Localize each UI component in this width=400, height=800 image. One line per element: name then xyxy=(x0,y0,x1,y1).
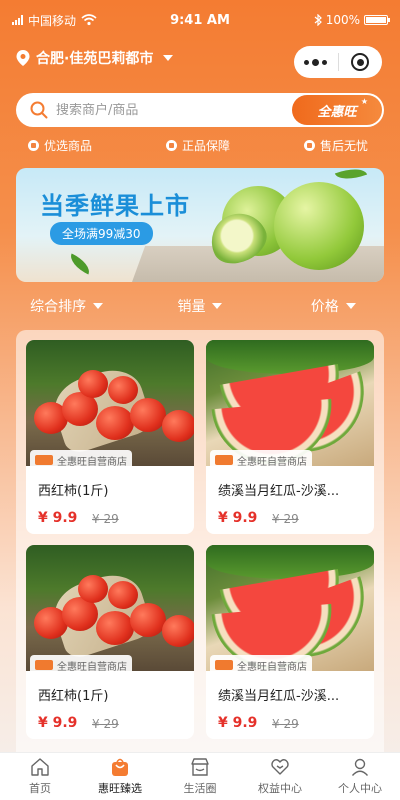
tab-label: 首页 xyxy=(29,782,51,795)
tab-label: 个人中心 xyxy=(338,782,382,795)
sort-sales[interactable]: 销量 xyxy=(133,294,266,318)
tab-label: 生活圈 xyxy=(183,782,217,795)
search-bar: 全惠旺 ★ xyxy=(16,93,384,127)
status-bar: 中国移动 9:41 AM 100% xyxy=(0,0,400,40)
guarantee-item: 正品保障 xyxy=(165,137,230,154)
chevron-down-icon xyxy=(93,303,104,309)
tab-label: 权益中心 xyxy=(258,782,302,795)
product-card[interactable]: 全惠旺自营商店 西红柿(1斤) ¥ 9.9 ¥ 29 xyxy=(26,340,194,534)
chevron-down-icon xyxy=(345,303,356,309)
banner-title: 当季鲜果上市 xyxy=(40,192,190,220)
tab-benefits-center[interactable]: 权益中心 xyxy=(240,753,320,800)
sort-label: 价格 xyxy=(310,299,339,315)
diamond-icon xyxy=(28,140,39,151)
location-label: 合肥·佳苑巴莉都市 xyxy=(36,51,154,67)
heart-icon xyxy=(271,759,289,775)
product-image-tomato xyxy=(26,545,194,671)
sort-bar: 综合排序 销量 价格 xyxy=(0,294,400,318)
guarantee-label: 优选商品 xyxy=(44,139,93,153)
product-name: 西红柿(1斤) xyxy=(38,689,109,704)
location-selector[interactable]: 合肥·佳苑巴莉都市 xyxy=(16,48,174,68)
more-dots-icon xyxy=(304,58,328,66)
product-grid: 全惠旺自营商店 西红柿(1斤) ¥ 9.9 ¥ 29 全惠旺自营商店 绩溪当月红… xyxy=(16,330,384,755)
sort-label: 综合排序 xyxy=(30,299,87,315)
guarantee-item: 售后无忧 xyxy=(303,137,368,154)
product-card[interactable]: 全惠旺自营商店 绩溪当月红瓜-沙溪... ¥ 9.9 ¥ 29 xyxy=(206,545,374,739)
guarantee-label: 正品保障 xyxy=(181,139,230,153)
more-button[interactable] xyxy=(294,46,338,78)
store-icon xyxy=(191,758,209,776)
shopping-bag-icon xyxy=(112,758,128,776)
product-card[interactable]: 全惠旺自营商店 西红柿(1斤) ¥ 9.9 ¥ 29 xyxy=(26,545,194,739)
product-image-watermelon xyxy=(206,340,374,466)
product-name: 绩溪当月红瓜-沙溪... xyxy=(218,689,340,704)
battery-percent: 100% xyxy=(325,13,360,27)
banner-discount-tag: 全场满99减30 xyxy=(50,222,153,245)
lime-graphic xyxy=(274,182,364,270)
product-price: ¥ 9.9 xyxy=(218,510,258,526)
product-image-watermelon xyxy=(206,545,374,671)
guarantee-item: 优选商品 xyxy=(28,137,92,154)
product-price: ¥ 9.9 xyxy=(38,510,78,526)
sort-comprehensive[interactable]: 综合排序 xyxy=(0,294,133,318)
tab-huiwang-selection[interactable]: 惠旺臻选 xyxy=(80,753,160,800)
service-icon xyxy=(303,140,315,151)
guarantee-row: 优选商品 正品保障 售后无忧 xyxy=(28,137,368,154)
product-name: 绩溪当月红瓜-沙溪... xyxy=(218,484,340,499)
shop-tag: 全惠旺自营商店 xyxy=(30,450,132,470)
search-icon xyxy=(30,101,48,119)
home-icon xyxy=(31,758,49,776)
shop-tag: 全惠旺自营商店 xyxy=(30,655,132,675)
tab-life-circle[interactable]: 生活圈 xyxy=(160,753,240,800)
search-input[interactable] xyxy=(56,102,292,118)
shop-logo-icon xyxy=(215,455,233,465)
carrier-name: 中国移动 xyxy=(28,13,77,28)
shop-logo-icon xyxy=(35,660,53,670)
product-original-price: ¥ 29 xyxy=(92,717,119,731)
shop-name: 全惠旺自营商店 xyxy=(237,661,307,673)
sort-price[interactable]: 价格 xyxy=(267,294,400,318)
shop-tag: 全惠旺自营商店 xyxy=(210,450,312,470)
star-icon: ★ xyxy=(360,97,368,106)
brand-button-label: 全惠旺 xyxy=(317,104,357,120)
brand-search-button[interactable]: 全惠旺 ★ xyxy=(292,95,382,125)
battery-icon xyxy=(364,15,390,25)
product-original-price: ¥ 29 xyxy=(92,512,119,526)
chevron-down-icon xyxy=(212,303,223,309)
signal-icon xyxy=(12,15,23,25)
product-image-tomato xyxy=(26,340,194,466)
leaf-graphic xyxy=(334,168,368,185)
wifi-icon xyxy=(81,14,97,26)
product-price: ¥ 9.9 xyxy=(38,715,78,731)
promo-banner[interactable]: 当季鲜果上市 全场满99减30 xyxy=(16,168,384,282)
location-pin-icon xyxy=(16,50,30,66)
tab-personal-center[interactable]: 个人中心 xyxy=(320,753,400,800)
product-card[interactable]: 全惠旺自营商店 绩溪当月红瓜-沙溪... ¥ 9.9 ¥ 29 xyxy=(206,340,374,534)
shop-name: 全惠旺自营商店 xyxy=(237,456,307,468)
bottom-tab-bar: 首页 惠旺臻选 生活圈 权益中心 个人中心 xyxy=(0,752,400,800)
shop-logo-icon xyxy=(35,455,53,465)
shop-logo-icon xyxy=(215,660,233,670)
close-circle-icon xyxy=(351,53,370,71)
shop-name: 全惠旺自营商店 xyxy=(57,661,127,673)
shop-name: 全惠旺自营商店 xyxy=(57,456,127,468)
status-time: 9:41 AM xyxy=(170,12,230,28)
product-name: 西红柿(1斤) xyxy=(38,484,109,499)
shield-icon xyxy=(165,140,177,151)
product-price: ¥ 9.9 xyxy=(218,715,258,731)
tab-home[interactable]: 首页 xyxy=(0,753,80,800)
close-miniprogram-button[interactable] xyxy=(339,46,383,78)
sort-label: 销量 xyxy=(177,299,206,315)
leaf-graphic xyxy=(66,253,94,275)
miniprogram-capsule xyxy=(294,46,382,78)
user-icon xyxy=(351,758,369,776)
tab-label: 惠旺臻选 xyxy=(98,782,142,795)
product-original-price: ¥ 29 xyxy=(272,512,299,526)
product-original-price: ¥ 29 xyxy=(272,717,299,731)
bluetooth-icon xyxy=(314,14,322,26)
shop-tag: 全惠旺自营商店 xyxy=(210,655,312,675)
chevron-down-icon xyxy=(163,55,174,61)
guarantee-label: 售后无忧 xyxy=(319,139,368,153)
